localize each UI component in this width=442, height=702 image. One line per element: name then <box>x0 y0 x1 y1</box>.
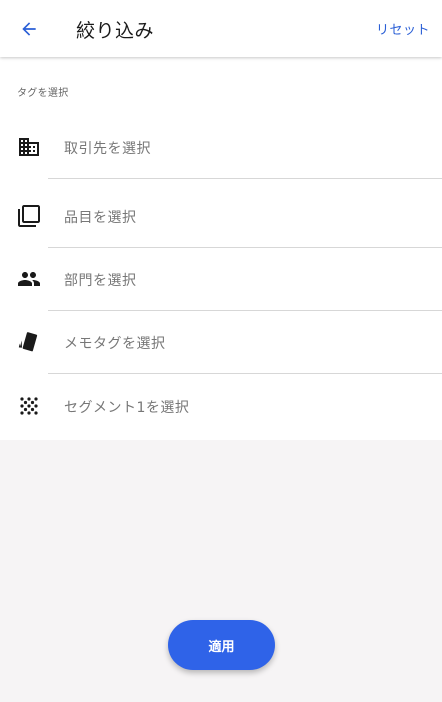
filter-label: 部門を選択 <box>64 273 137 289</box>
sticky-note-icon <box>17 330 41 354</box>
filter-panel: タグを選択 取引先を選択 品目を選択 部門を選択 メモタグを選択 セグメント1を… <box>0 57 442 440</box>
filter-row-partner[interactable]: 取引先を選択 <box>0 116 442 179</box>
reset-button[interactable]: リセット <box>376 19 430 38</box>
arrow-left-icon <box>22 22 36 36</box>
filter-row-department[interactable]: 部門を選択 <box>0 248 442 311</box>
filter-label: セグメント1を選択 <box>64 400 190 416</box>
page-title: 絞り込み <box>76 20 155 42</box>
apply-button[interactable]: 適用 <box>168 620 275 670</box>
filter-row-item[interactable]: 品目を選択 <box>0 185 442 248</box>
dots-grid-icon <box>17 394 41 418</box>
divider <box>48 178 442 179</box>
building-icon <box>17 135 41 159</box>
filter-label: メモタグを選択 <box>64 336 166 352</box>
app-bar: 絞り込み リセット <box>0 0 442 57</box>
back-button[interactable] <box>12 12 46 46</box>
people-icon <box>17 267 41 291</box>
filter-row-segment[interactable]: セグメント1を選択 <box>0 375 442 438</box>
filter-row-memo-tag[interactable]: メモタグを選択 <box>0 311 442 374</box>
divider <box>48 373 442 374</box>
copy-icon <box>17 204 41 228</box>
filter-label: 取引先を選択 <box>64 141 151 157</box>
section-label: タグを選択 <box>17 88 69 99</box>
filter-label: 品目を選択 <box>64 210 137 226</box>
